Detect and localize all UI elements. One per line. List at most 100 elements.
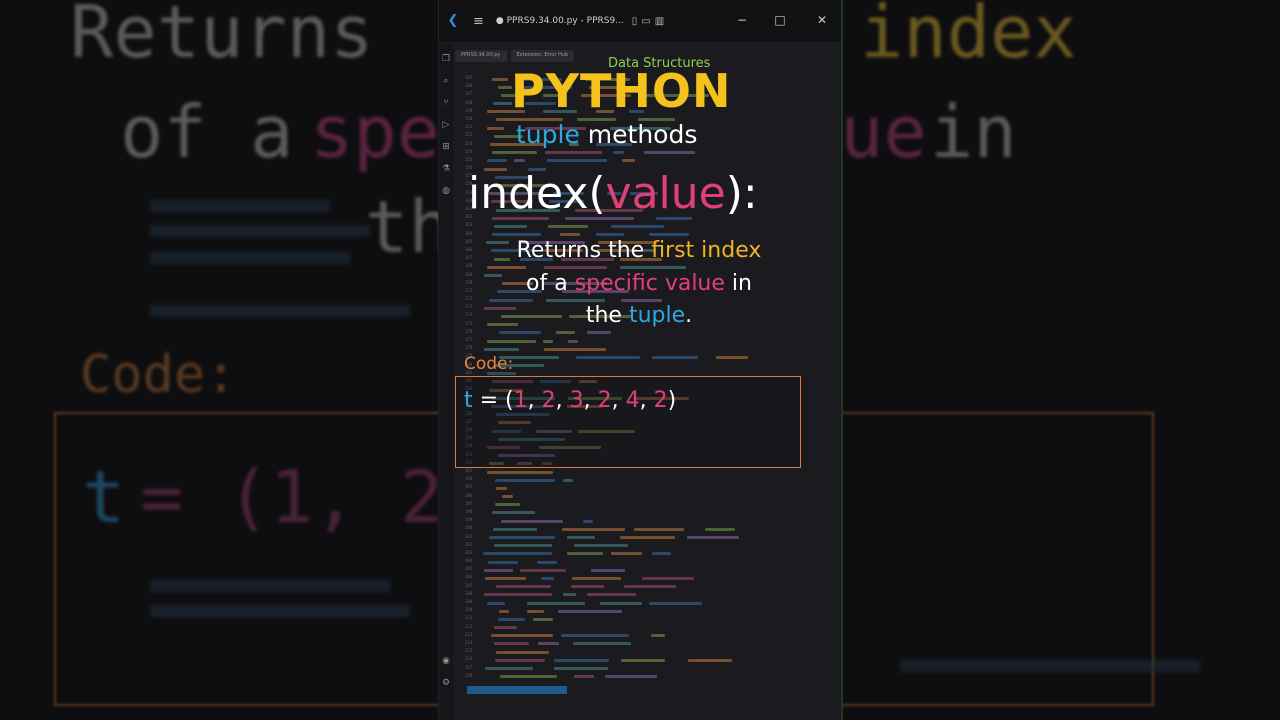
code-comma: , (527, 388, 542, 413)
code-row (479, 607, 829, 615)
line-number: 204 (465, 558, 473, 564)
code-row (479, 599, 829, 607)
line-number: 209 (465, 599, 473, 604)
line-number: 205 (465, 566, 473, 572)
line-number: 214 (465, 639, 473, 645)
layout-icons[interactable]: ▯▭▥ (632, 16, 668, 27)
line-number: 193 (465, 468, 473, 473)
code-row (479, 525, 829, 533)
bg-word-t: t (82, 455, 126, 539)
line-number: 191 (465, 451, 473, 457)
code-val: 3 (569, 388, 584, 413)
bg-code-line (150, 580, 390, 592)
line-number: 190 (465, 443, 473, 449)
line-number: 154 (465, 148, 473, 154)
desc-highlight: first index (651, 238, 762, 263)
code-row (479, 222, 829, 230)
desc-text: Returns the (516, 238, 652, 263)
tab-extension[interactable]: Extension: Error Hub (510, 50, 575, 62)
desc-text: in (724, 271, 752, 296)
line-number: 149 (465, 107, 473, 113)
search-icon[interactable]: ⌕ (441, 76, 451, 86)
line-number: 151 (465, 124, 473, 130)
status-bar (455, 686, 839, 694)
minimize-icon[interactable]: − (735, 13, 749, 27)
code-row (479, 615, 829, 623)
code-row (479, 566, 829, 574)
line-number: 207 (465, 582, 473, 588)
code-var: t (464, 388, 473, 413)
line-number: 208 (465, 590, 473, 596)
account-icon[interactable]: ◉ (441, 656, 451, 666)
explorer-icon[interactable]: ❐ (441, 54, 451, 64)
line-number: 150 (465, 115, 473, 121)
bg-code-line (150, 252, 350, 264)
method-arg: value (605, 168, 726, 219)
description-line-2: of a specific value in (438, 271, 840, 296)
code-comma: , (583, 388, 598, 413)
topic-heading: tuple methods (516, 120, 697, 149)
line-number: 148 (465, 99, 473, 105)
bg-word-spe: spe (310, 90, 441, 174)
bg-word-of-a: of a (120, 90, 294, 174)
line-number: 155 (465, 156, 473, 162)
desc-highlight: tuple (628, 303, 686, 328)
maximize-icon[interactable]: □ (773, 13, 787, 27)
code-row (479, 476, 829, 484)
code-area[interactable] (479, 75, 829, 681)
source-control-icon[interactable]: ⑂ (441, 98, 451, 108)
code-val: 2 (653, 388, 668, 413)
code-comma: , (639, 388, 654, 413)
extensions-icon[interactable]: ⊞ (441, 142, 451, 152)
code-eq: = ( (472, 388, 514, 413)
code-row (479, 443, 829, 451)
line-number: 188 (465, 427, 473, 433)
code-row (479, 574, 829, 582)
menu-icon[interactable]: ≡ (473, 14, 484, 29)
line-number: 212 (465, 623, 473, 629)
code-val: 1 (513, 388, 528, 413)
method-signature: index(value): (468, 168, 758, 219)
close-icon[interactable]: ✕ (815, 13, 829, 27)
code-row (479, 337, 829, 345)
code-row (479, 656, 829, 664)
code-row (479, 452, 829, 460)
code-row (479, 353, 829, 361)
code-row (479, 542, 829, 550)
line-number: 218 (465, 672, 473, 678)
code-row (479, 673, 829, 681)
tab-file[interactable]: PPRS9.34.00.py (455, 50, 507, 62)
line-number: 146 (465, 83, 473, 89)
desc-text: . (685, 303, 693, 328)
remote-icon[interactable]: ◍ (441, 186, 451, 196)
line-number: 198 (465, 508, 473, 514)
desc-text: the (585, 303, 629, 328)
run-debug-icon[interactable]: ▷ (441, 120, 451, 130)
window-title: ● PPRS9.34.00.py - PPRS9... (495, 16, 624, 26)
line-number: 189 (465, 435, 473, 441)
code-row (479, 362, 829, 370)
code-row (479, 370, 829, 378)
vscode-logo-icon: ❮ (447, 13, 459, 28)
flask-icon[interactable]: ⚗ (441, 164, 451, 174)
status-remote-indicator[interactable] (467, 686, 567, 694)
code-row (479, 329, 829, 337)
topic-keyword: tuple (516, 120, 580, 149)
bg-word-returns: Returns (70, 0, 374, 74)
code-row (479, 665, 829, 673)
code-label: Code: (464, 354, 514, 374)
code-row (479, 378, 829, 386)
line-number: 152 (465, 132, 473, 138)
bg-code-line (150, 305, 410, 317)
code-row (479, 460, 829, 468)
code-row (479, 591, 829, 599)
description-line-3: the tuple. (438, 303, 840, 328)
line-number: 197 (465, 500, 473, 506)
line-number: 215 (465, 648, 473, 654)
line-number: 178 (465, 345, 473, 351)
bg-word-in: in (930, 90, 1017, 174)
code-row (479, 427, 829, 435)
activity-bar: ❐ ⌕ ⑂ ▷ ⊞ ⚗ ◍ ◉ ⚙ (439, 44, 453, 720)
line-number: 201 (465, 533, 473, 539)
gear-icon[interactable]: ⚙ (441, 678, 451, 688)
